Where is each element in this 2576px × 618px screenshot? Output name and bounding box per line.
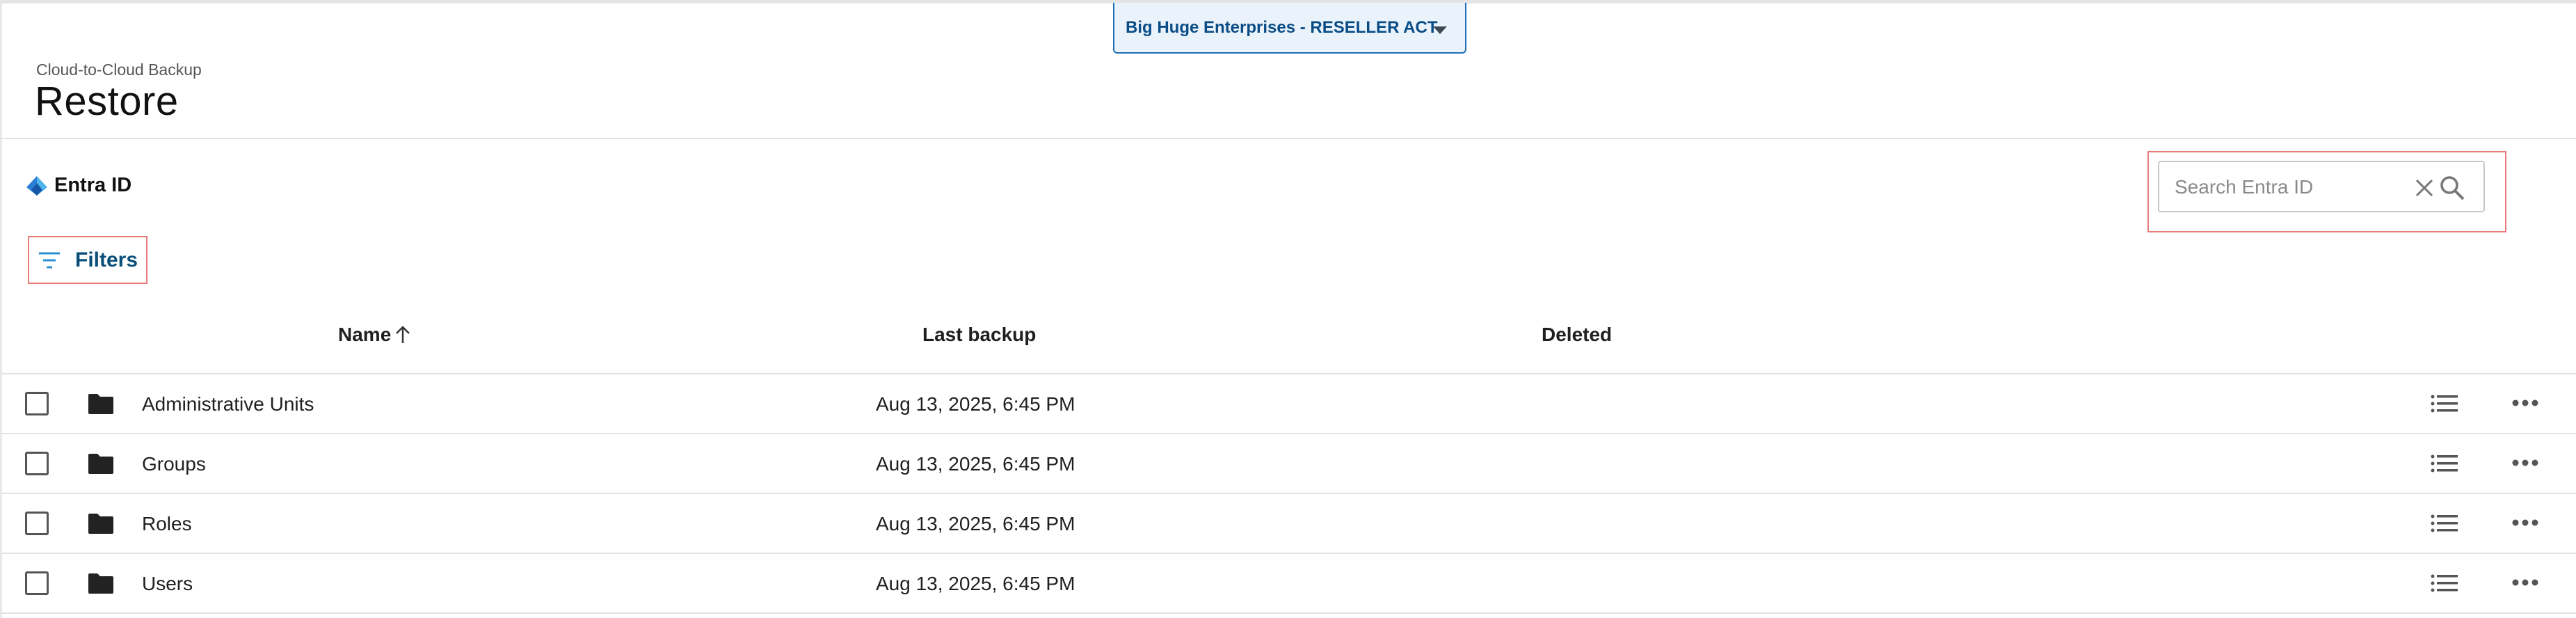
page-title: Restore bbox=[35, 79, 179, 124]
row-checkbox[interactable] bbox=[25, 452, 49, 475]
entra-id-icon bbox=[26, 175, 47, 196]
row-last-backup: Aug 13, 2025, 6:45 PM bbox=[876, 393, 1075, 415]
row-name[interactable]: Users bbox=[142, 573, 193, 595]
row-checkbox[interactable] bbox=[25, 392, 49, 415]
search-input[interactable] bbox=[2175, 172, 2404, 203]
row-last-backup: Aug 13, 2025, 6:45 PM bbox=[876, 573, 1075, 594]
filters-label: Filters bbox=[75, 248, 138, 271]
folder-icon bbox=[88, 573, 113, 594]
row-last-backup: Aug 13, 2025, 6:45 PM bbox=[876, 513, 1075, 534]
table-row[interactable]: Roles Aug 13, 2025, 6:45 PM bbox=[0, 493, 2576, 552]
search-box bbox=[2158, 161, 2485, 212]
list-icon[interactable] bbox=[2431, 454, 2458, 473]
clear-icon[interactable] bbox=[2413, 176, 2436, 200]
row-checkbox[interactable] bbox=[25, 571, 49, 595]
row-divider bbox=[2, 612, 2576, 614]
folder-icon bbox=[88, 454, 113, 474]
column-header-deleted-label: Deleted bbox=[1542, 324, 1613, 345]
row-name[interactable]: Groups bbox=[142, 453, 206, 475]
more-horizontal-icon[interactable] bbox=[2511, 395, 2539, 411]
column-header-last-backup-label: Last backup bbox=[922, 324, 1037, 345]
column-header-name[interactable]: Name bbox=[338, 324, 413, 346]
row-last-backup: Aug 13, 2025, 6:45 PM bbox=[876, 453, 1075, 475]
row-checkbox[interactable] bbox=[25, 512, 49, 535]
restore-page: Big Huge Enterprises - RESELLER ACT Clou… bbox=[0, 0, 2576, 618]
header-divider bbox=[0, 138, 2576, 139]
service-label: Entra ID bbox=[54, 174, 132, 196]
breadcrumb: Cloud-to-Cloud Backup bbox=[36, 61, 202, 79]
list-icon[interactable] bbox=[2431, 394, 2458, 413]
more-horizontal-icon[interactable] bbox=[2511, 514, 2539, 531]
table-row[interactable]: Groups Aug 13, 2025, 6:45 PM bbox=[0, 434, 2576, 492]
arrow-up-icon bbox=[396, 326, 410, 343]
service-indicator: Entra ID bbox=[25, 174, 131, 197]
search-icon[interactable] bbox=[2439, 175, 2465, 201]
more-horizontal-icon[interactable] bbox=[2511, 454, 2539, 471]
caret-down-icon bbox=[1433, 26, 1447, 34]
row-name[interactable]: Administrative Units bbox=[142, 393, 314, 415]
filter-icon bbox=[39, 252, 60, 269]
account-selector-label: Big Huge Enterprises - RESELLER ACT bbox=[1126, 17, 1438, 37]
row-name[interactable]: Roles bbox=[142, 513, 192, 535]
column-header-deleted[interactable]: Deleted bbox=[1542, 324, 1612, 346]
column-header-name-label: Name bbox=[338, 324, 392, 345]
table-row[interactable]: Administrative Units Aug 13, 2025, 6:45 … bbox=[0, 374, 2576, 432]
filters-button[interactable]: Filters bbox=[38, 244, 138, 277]
folder-icon bbox=[88, 514, 113, 534]
table-row[interactable]: Users Aug 13, 2025, 6:45 PM bbox=[0, 553, 2576, 612]
more-horizontal-icon[interactable] bbox=[2511, 574, 2539, 591]
column-header-last-backup[interactable]: Last backup bbox=[922, 324, 1036, 346]
account-selector[interactable]: Big Huge Enterprises - RESELLER ACT bbox=[1113, 3, 1466, 54]
list-icon[interactable] bbox=[2431, 573, 2458, 593]
folder-icon bbox=[88, 394, 113, 414]
list-icon[interactable] bbox=[2431, 514, 2458, 533]
